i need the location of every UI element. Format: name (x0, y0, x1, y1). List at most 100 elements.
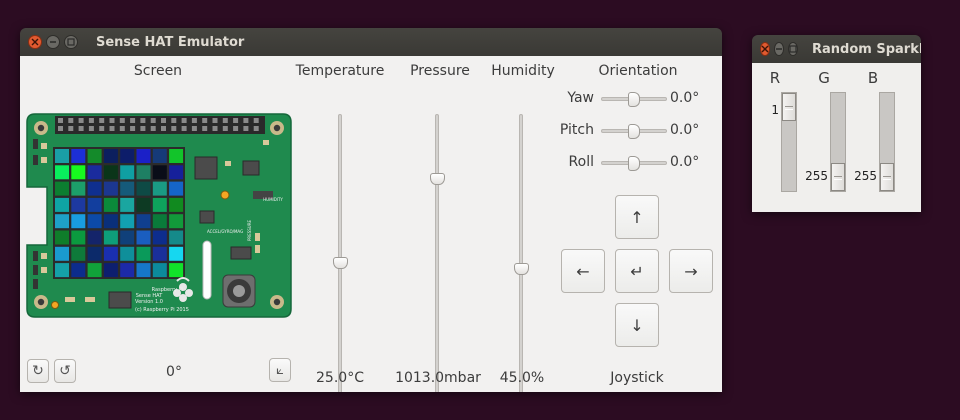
gpio-pin (202, 118, 208, 123)
gpio-pin (171, 118, 177, 123)
temperature-slider-thumb[interactable] (333, 257, 348, 270)
led-pixel (136, 165, 151, 180)
r-slider-track[interactable] (781, 92, 797, 192)
led-indicator (51, 301, 59, 309)
pitch-label: Pitch (559, 122, 594, 138)
gpio-pin (130, 118, 136, 123)
joystick-right-button[interactable]: → (669, 249, 713, 293)
led-pixel (71, 149, 86, 163)
led-pixel (136, 246, 151, 261)
sense-hat-board: Raspberry Pi Sense HAT Version 1.0 (c) R… (26, 113, 292, 318)
orientation-reset-button[interactable]: ⟀ (269, 358, 291, 382)
roll-slider-thumb[interactable] (628, 156, 640, 171)
gpio-pin (130, 126, 136, 131)
led-pixel (87, 230, 102, 245)
gpio-pin (161, 126, 166, 131)
gpio-pin (78, 118, 84, 123)
rotate-counterclockwise-button[interactable]: ↺ (54, 359, 76, 383)
led-pixel (71, 214, 86, 229)
humidity-slider-thumb[interactable] (514, 262, 529, 275)
minimize-icon (50, 41, 56, 43)
pressure-slider-thumb[interactable] (430, 173, 445, 186)
led-pixel (152, 181, 167, 196)
close-icon (31, 38, 39, 46)
rotate-counterclockwise-icon: ↺ (59, 363, 71, 379)
yaw-value: 0.0° (670, 90, 700, 106)
joystick-down-button[interactable]: ↓ (615, 303, 659, 347)
gpio-pin (150, 126, 156, 131)
title-bar: Random Sparkles (752, 35, 921, 63)
b-slider-track[interactable] (879, 92, 895, 192)
g-slider-thumb[interactable] (831, 163, 845, 191)
pitch-slider-thumb[interactable] (628, 124, 640, 139)
gpio-pin (171, 126, 177, 131)
led-pixel (136, 230, 151, 245)
joystick-enter-button[interactable]: ↵ (615, 249, 659, 293)
gpio-pin (233, 118, 239, 123)
led-pixel (120, 197, 135, 212)
humidity-label: Humidity (491, 63, 555, 79)
roll-label: Roll (568, 154, 594, 170)
led-pixel (120, 263, 135, 278)
led-pixel (55, 263, 69, 278)
gpio-pin (109, 126, 115, 131)
led-pixel (87, 214, 102, 229)
minimize-window-button[interactable] (774, 42, 784, 56)
gpio-pin (99, 118, 105, 123)
b-slider-thumb[interactable] (880, 163, 894, 191)
temperature-label: Temperature (295, 63, 385, 79)
rotate-clockwise-button[interactable]: ↻ (27, 359, 49, 383)
pressure-value: 1013.0mbar (395, 370, 481, 386)
g-label: G (818, 69, 830, 87)
led-pixel (55, 230, 69, 245)
gpio-pin (68, 126, 74, 131)
temperature-slider-track[interactable] (338, 114, 342, 392)
gpio-pin (88, 118, 94, 123)
gpio-pin (222, 126, 228, 131)
b-value: 255 (854, 169, 877, 183)
close-window-button[interactable] (28, 35, 42, 49)
title-bar: Sense HAT Emulator (20, 28, 722, 56)
led-pixel (152, 246, 167, 261)
gpio-pin (181, 126, 187, 131)
yaw-slider-thumb[interactable] (628, 92, 640, 107)
joystick-left-button[interactable]: ← (561, 249, 605, 293)
close-window-button[interactable] (760, 42, 770, 56)
r-value: 1 (771, 103, 779, 117)
pressure-slider-track[interactable] (435, 114, 439, 392)
led-pixel (71, 246, 86, 261)
maximize-icon (789, 45, 797, 53)
gpio-pin (109, 118, 115, 123)
led-pixel (71, 165, 86, 180)
led-pixel (103, 246, 118, 261)
led-pixel (169, 246, 184, 261)
b-label: B (867, 69, 879, 87)
gpio-pin (99, 126, 105, 131)
pcb-humidity-label: HUMIDITY (263, 197, 283, 202)
led-pixel (103, 197, 118, 212)
led-pixel (152, 263, 167, 278)
r-slider-thumb[interactable] (782, 93, 796, 121)
led-pixel (55, 214, 69, 229)
gpio-pin (222, 118, 228, 123)
led-pixel (71, 197, 86, 212)
maximize-window-button[interactable] (64, 35, 78, 49)
led-pixel (120, 149, 135, 163)
gpio-pin (58, 126, 63, 131)
led-pixel (103, 230, 118, 245)
joystick-up-button[interactable]: ↑ (615, 195, 659, 239)
yaw-label: Yaw (567, 90, 594, 106)
window-title: Random Sparkles (812, 41, 921, 57)
humidity-slider-track[interactable] (519, 114, 523, 392)
gpio-pin (140, 126, 146, 131)
arrow-down-icon: ↓ (630, 315, 644, 335)
gpio-pin (119, 118, 125, 123)
g-slider-track[interactable] (830, 92, 846, 192)
maximize-window-button[interactable] (788, 42, 798, 56)
gpio-pin (150, 118, 156, 123)
random-sparkles-window: Random Sparkles R G B 1 255 255 (752, 35, 921, 212)
minimize-window-button[interactable] (46, 35, 60, 49)
led-pixel (136, 181, 151, 196)
gpio-pin (78, 126, 84, 131)
gpio-pin (191, 118, 197, 123)
